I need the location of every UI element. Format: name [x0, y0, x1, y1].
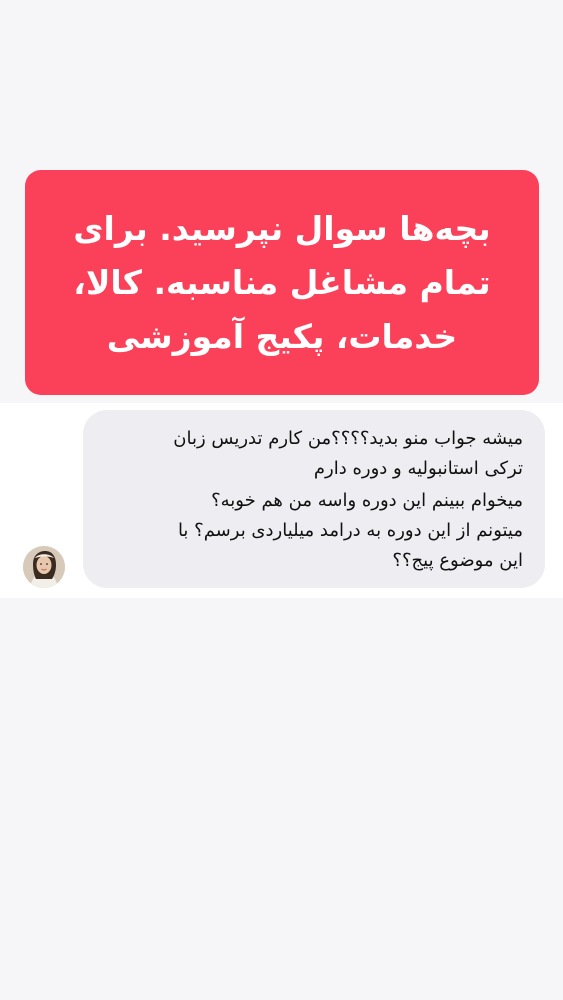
message-line: این موضوع پیج؟؟ [392, 550, 523, 571]
message-line: میشه جواب منو بدید؟؟؟؟من کارم تدریس زبان [173, 428, 523, 449]
avatar-icon[interactable] [23, 546, 65, 588]
message-line: ترکی استانبولیه و دوره دارم [313, 458, 523, 479]
avatar-image [23, 546, 65, 588]
caption-card: بچه‌ها سوال نپرسید. برای تمام مشاغل مناس… [25, 170, 539, 395]
message-line: میخوام ببینم این دوره واسه من هم خوبه؟ [211, 490, 523, 511]
message-line: میتونم از این دوره به درامد میلیاردی برس… [177, 520, 523, 541]
message-bubble[interactable]: میشه جواب منو بدید؟؟؟؟من کارم تدریس زبان… [83, 410, 545, 588]
caption-text: بچه‌ها سوال نپرسید. برای تمام مشاغل مناس… [73, 208, 491, 356]
